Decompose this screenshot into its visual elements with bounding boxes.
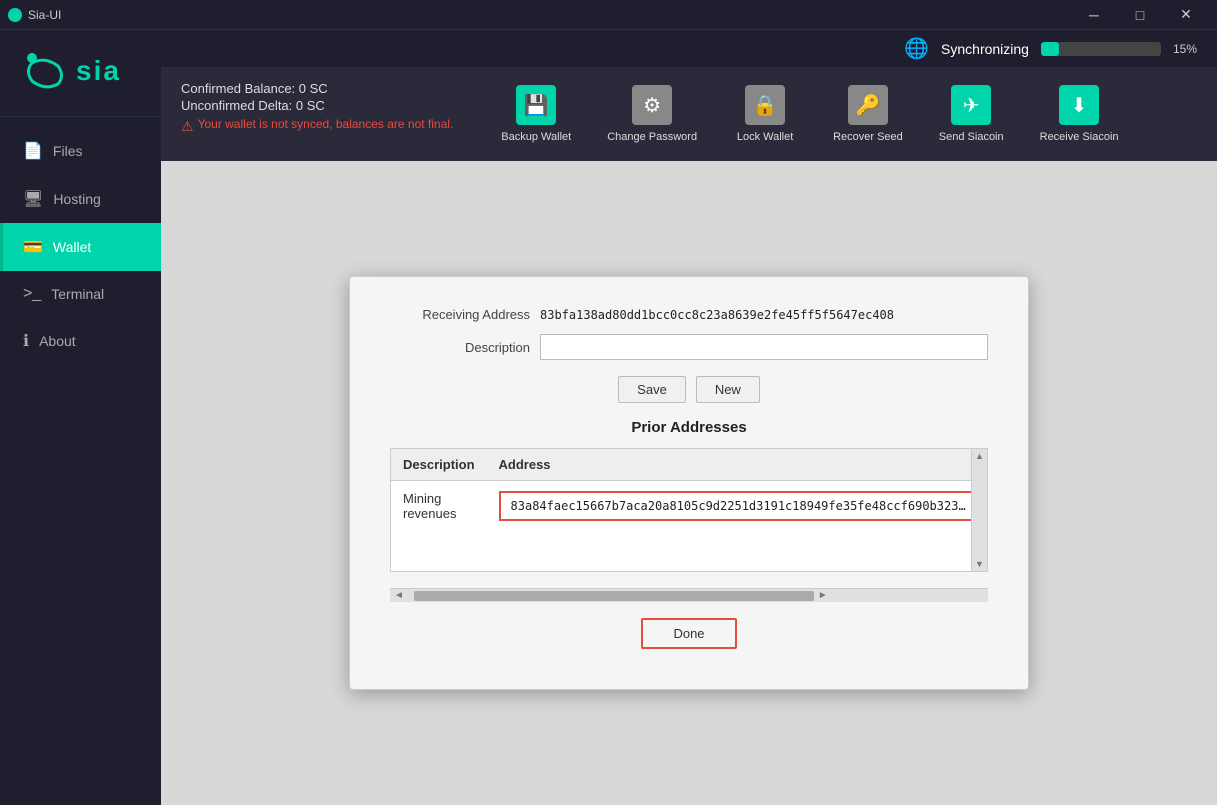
sidebar-item-wallet[interactable]: 💳 Wallet <box>0 223 161 271</box>
terminal-icon: >_ <box>23 285 41 303</box>
backup-icon: 💾 <box>516 85 556 125</box>
logo-area: sia <box>0 30 161 117</box>
hosting-icon: 🖥 <box>23 189 43 209</box>
sidebar-nav: 📄 Files 🖥 Hosting 💳 Wallet >_ Terminal ℹ… <box>0 117 161 805</box>
modal-overlay: Receiving Address 83bfa138ad80dd1bcc0cc8… <box>161 161 1217 805</box>
minimize-button[interactable]: ─ <box>1071 0 1117 30</box>
send-icon: ✈ <box>951 85 991 125</box>
description-row: Description <box>390 334 988 360</box>
files-icon: 📄 <box>23 141 43 161</box>
app-body: sia 📄 Files 🖥 Hosting 💳 Wallet >_ Termin… <box>0 30 1217 805</box>
warning-icon: ⚠ <box>181 118 194 135</box>
sidebar-item-files[interactable]: 📄 Files <box>0 127 161 175</box>
content-area: Receiving Address 83bfa138ad80dd1bcc0cc8… <box>161 161 1217 805</box>
sidebar-item-about-label: About <box>39 333 76 349</box>
scroll-left-arrow[interactable]: ◄ <box>394 590 404 601</box>
row-description: Mining revenues <box>391 481 487 532</box>
receiving-address-modal: Receiving Address 83bfa138ad80dd1bcc0cc8… <box>349 276 1029 690</box>
description-label: Description <box>390 340 530 355</box>
lock-wallet-button[interactable]: 🔒 Lock Wallet <box>725 77 805 151</box>
close-button[interactable]: ✕ <box>1163 0 1209 30</box>
prior-addresses-table-container: Description Address Mining revenues <box>390 448 988 572</box>
sync-label: Synchronizing <box>941 41 1029 57</box>
scrollbar-thumb[interactable] <box>414 591 814 601</box>
scroll-down-arrow[interactable]: ▼ <box>975 559 984 569</box>
receiving-address-value: 83bfa138ad80dd1bcc0cc8c23a8639e2fe45ff5f… <box>540 308 988 322</box>
table-row: Mining revenues 83a84faec15667b7aca20a81… <box>391 481 988 532</box>
sync-progress-bar <box>1041 42 1161 56</box>
about-icon: ℹ <box>23 331 29 351</box>
titlebar-controls: ─ □ ✕ <box>1071 0 1209 30</box>
app-title: Sia-UI <box>28 8 61 22</box>
receiving-address-row: Receiving Address 83bfa138ad80dd1bcc0cc8… <box>390 307 988 322</box>
empty-row <box>391 531 988 571</box>
logo-text: sia <box>76 55 121 87</box>
backup-wallet-button[interactable]: 💾 Backup Wallet <box>493 77 579 151</box>
receive-siacoin-button[interactable]: ⬇ Receive Siacoin <box>1032 77 1127 151</box>
description-column-header: Description <box>391 449 487 481</box>
unconfirmed-delta: Unconfirmed Delta: 0 SC <box>181 98 453 113</box>
globe-icon: 🌐 <box>904 36 929 61</box>
address-value: 83a84faec15667b7aca20a8105c9d2251d3191c1… <box>499 491 979 521</box>
address-column-header: Address <box>487 449 988 481</box>
sidebar-item-about[interactable]: ℹ About <box>0 317 161 365</box>
recover-seed-label: Recover Seed <box>833 131 903 143</box>
sync-progress-fill <box>1041 42 1059 56</box>
scroll-up-arrow[interactable]: ▲ <box>975 451 984 461</box>
gear-icon: ⚙ <box>632 85 672 125</box>
scroll-right-arrow[interactable]: ► <box>818 590 828 601</box>
send-siacoin-label: Send Siacoin <box>939 131 1004 143</box>
sidebar-item-terminal[interactable]: >_ Terminal <box>0 271 161 317</box>
backup-wallet-label: Backup Wallet <box>501 131 571 143</box>
receive-icon: ⬇ <box>1059 85 1099 125</box>
receiving-address-label: Receiving Address <box>390 307 530 322</box>
receive-siacoin-label: Receive Siacoin <box>1040 131 1119 143</box>
change-password-button[interactable]: ⚙ Change Password <box>599 77 705 151</box>
table-header-row: Description Address <box>391 449 988 481</box>
sidebar-item-hosting[interactable]: 🖥 Hosting <box>0 175 161 223</box>
sync-bar: 🌐 Synchronizing 15% <box>161 30 1217 67</box>
change-password-label: Change Password <box>607 131 697 143</box>
prior-addresses-heading: Prior Addresses <box>390 419 988 436</box>
done-button[interactable]: Done <box>641 618 736 649</box>
sidebar-item-wallet-label: Wallet <box>53 239 91 255</box>
sync-percent: 15% <box>1173 42 1197 56</box>
send-siacoin-button[interactable]: ✈ Send Siacoin <box>931 77 1012 151</box>
confirmed-balance: Confirmed Balance: 0 SC <box>181 81 453 96</box>
sidebar-item-terminal-label: Terminal <box>51 286 104 302</box>
sia-logo <box>20 46 70 96</box>
row-address-cell: 83a84faec15667b7aca20a8105c9d2251d3191c1… <box>487 481 988 532</box>
main-area: 🌐 Synchronizing 15% Confirmed Balance: 0… <box>161 30 1217 805</box>
prior-addresses-table: Description Address Mining revenues <box>391 449 988 571</box>
titlebar: Sia-UI ─ □ ✕ <box>0 0 1217 30</box>
key-icon: 🔑 <box>848 85 888 125</box>
sidebar: sia 📄 Files 🖥 Hosting 💳 Wallet >_ Termin… <box>0 30 161 805</box>
wallet-header: Confirmed Balance: 0 SC Unconfirmed Delt… <box>161 67 1217 161</box>
lock-wallet-label: Lock Wallet <box>737 131 793 143</box>
new-button[interactable]: New <box>696 376 760 403</box>
wallet-actions: 💾 Backup Wallet ⚙ Change Password 🔒 Lock… <box>473 67 1217 161</box>
description-input[interactable] <box>540 334 988 360</box>
wallet-warning: ⚠ Your wallet is not synced, balances ar… <box>181 117 453 135</box>
sidebar-item-files-label: Files <box>53 143 83 159</box>
wallet-icon: 💳 <box>23 237 43 257</box>
titlebar-left: Sia-UI <box>8 8 61 22</box>
horizontal-scrollbar[interactable]: ◄ ► <box>390 588 988 602</box>
recover-seed-button[interactable]: 🔑 Recover Seed <box>825 77 911 151</box>
maximize-button[interactable]: □ <box>1117 0 1163 30</box>
done-row: Done <box>390 618 988 649</box>
table-scrollbar-right[interactable]: ▲ ▼ <box>971 449 987 571</box>
lock-icon: 🔒 <box>745 85 785 125</box>
save-new-row: Save New <box>390 376 988 403</box>
save-button[interactable]: Save <box>618 376 686 403</box>
app-icon <box>8 8 22 22</box>
wallet-warning-text: Your wallet is not synced, balances are … <box>198 117 454 131</box>
wallet-info: Confirmed Balance: 0 SC Unconfirmed Delt… <box>161 67 473 161</box>
sidebar-item-hosting-label: Hosting <box>53 191 100 207</box>
